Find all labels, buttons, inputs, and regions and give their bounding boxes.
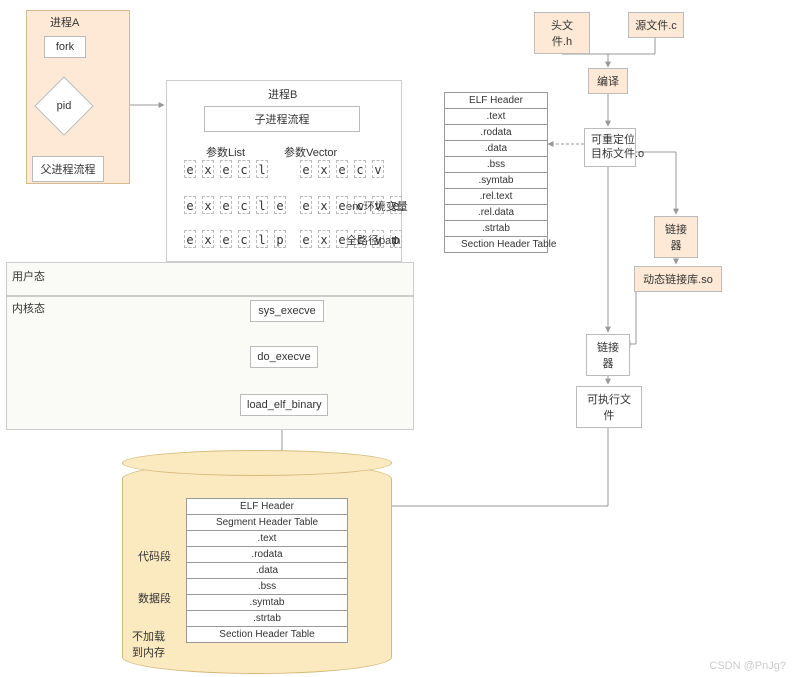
exec-cell: v [372, 230, 384, 248]
exec-cell [274, 160, 286, 178]
elf-row: .rodata [187, 547, 347, 563]
exec-cell: c [354, 196, 366, 214]
compile-node: 编译 [588, 68, 628, 94]
col-list-label: 参数List [206, 144, 245, 160]
exec-cell: x [202, 196, 214, 214]
elf-row: .data [445, 141, 547, 157]
exec-row-1: execleexecve [184, 196, 402, 214]
elf-row: ELF Header [445, 93, 547, 109]
elf-exe-table: ELF HeaderSegment Header Table.text.roda… [186, 498, 348, 643]
exec-cell: c [238, 160, 250, 178]
elf-row: .rel.data [445, 205, 547, 221]
elf-row: .symtab [187, 595, 347, 611]
exec-cell: e [220, 230, 232, 248]
elf-obj-table: ELF Header.text.rodata.data.bss.symtab.r… [444, 92, 548, 253]
pid-label: pid [57, 100, 72, 112]
elf-row: Segment Header Table [187, 515, 347, 531]
elf-row: .strtab [445, 221, 547, 237]
exec-cell: e [336, 230, 348, 248]
elf-row: ELF Header [187, 499, 347, 515]
exec-cell: l [256, 160, 268, 178]
exec-cell: x [202, 230, 214, 248]
process-a-title: 进程A [50, 14, 79, 30]
exec-cell: e [220, 160, 232, 178]
exec-cell: e [184, 196, 196, 214]
group-data: 数据段 [138, 590, 171, 606]
elf-row: .text [187, 531, 347, 547]
relocatable-node: 可重定位 目标文件.o [584, 128, 636, 167]
dynlib-node: 动态链接库.so [634, 266, 722, 292]
exec-cell: l [256, 196, 268, 214]
exec-cell: e [336, 160, 348, 178]
elf-row: Section Header Table [187, 627, 347, 642]
elf-row: .text [445, 109, 547, 125]
exe-node: 可执行文件 [576, 386, 642, 428]
exec-row-0: execlexecv [184, 160, 402, 178]
elf-row: .strtab [187, 611, 347, 627]
exec-cell: l [256, 230, 268, 248]
exec-cell: x [318, 160, 330, 178]
process-b-title: 进程B [268, 86, 297, 102]
exec-cell: c [354, 230, 366, 248]
exec-cell: e [300, 230, 312, 248]
userspace-label: 用户态 [12, 268, 45, 284]
exec-cell [390, 160, 402, 178]
exec-cell: v [372, 196, 384, 214]
exec-cell: e [390, 196, 402, 214]
parent-flow-node: 父进程流程 [32, 156, 104, 182]
exec-cell: c [354, 160, 366, 178]
exec-cell: c [238, 230, 250, 248]
exec-cell: e [220, 196, 232, 214]
kernelspace-label: 内核态 [12, 300, 45, 316]
elf-row: .bss [445, 157, 547, 173]
col-vector-label: 参数Vector [284, 144, 337, 160]
header-file-node: 头文件.h [534, 12, 590, 54]
do-execve-node: do_execve [250, 346, 318, 368]
source-file-node: 源文件.c [628, 12, 684, 38]
exec-cell: x [202, 160, 214, 178]
userspace-band [6, 262, 414, 296]
elf-row: .data [187, 563, 347, 579]
exec-cell: p [390, 230, 402, 248]
exec-cell: x [318, 230, 330, 248]
exec-cell: x [318, 196, 330, 214]
elf-row: Section Header Table [445, 237, 547, 252]
linker2-node: 链接器 [586, 334, 630, 376]
load-elf-node: load_elf_binary [240, 394, 328, 416]
exec-cell: e [184, 230, 196, 248]
child-flow-node: 子进程流程 [204, 106, 360, 132]
elf-row: .rodata [445, 125, 547, 141]
sys-execve-node: sys_execve [250, 300, 324, 322]
linker-node: 链接器 [654, 216, 698, 258]
group-code: 代码段 [138, 548, 171, 564]
exec-cell: p [274, 230, 286, 248]
group-noload: 不加载 到内存 [132, 628, 165, 660]
exec-cell: v [372, 160, 384, 178]
elf-row: .symtab [445, 173, 547, 189]
watermark: CSDN @PnJg? [709, 660, 786, 672]
exec-cell: e [300, 196, 312, 214]
exec-row-2: execlpexecvp [184, 230, 402, 248]
fork-node: fork [44, 36, 86, 58]
exec-cell: c [238, 196, 250, 214]
elf-row: .rel.text [445, 189, 547, 205]
exec-cell: e [336, 196, 348, 214]
exec-cell: e [300, 160, 312, 178]
kernelspace-band [6, 296, 414, 430]
exec-cell: e [184, 160, 196, 178]
exec-cell: e [274, 196, 286, 214]
elf-row: .bss [187, 579, 347, 595]
